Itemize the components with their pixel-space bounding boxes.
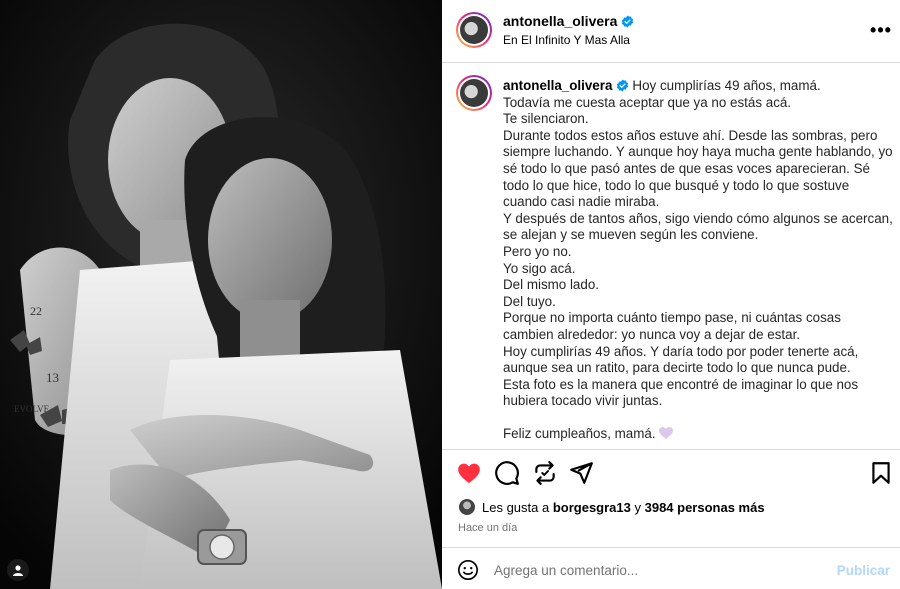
verified-badge-icon	[617, 79, 629, 92]
caption-line: Del mismo lado.	[503, 277, 599, 293]
svg-text:EVOLVE: EVOLVE	[14, 404, 50, 414]
svg-text:13: 13	[46, 370, 59, 385]
comment-bar: Publicar	[442, 547, 900, 589]
smiley-icon[interactable]	[457, 559, 479, 581]
caption-line: Del tuyo.	[503, 293, 556, 309]
action-bar	[442, 449, 900, 495]
paper-plane-icon[interactable]	[568, 460, 594, 486]
post-header: antonella_olivera En El Infinito Y Mas A…	[442, 0, 900, 63]
caption-line: siempre luchando. Y aunque hoy haya much…	[503, 144, 893, 160]
caption-line: Durante todos estos años estuve ahí. Des…	[503, 127, 878, 143]
comment-input[interactable]	[494, 558, 824, 582]
caption-closing-line: Feliz cumpleaños, mamá.	[503, 426, 893, 443]
person-tag-icon	[13, 565, 23, 576]
publish-button[interactable]: Publicar	[837, 563, 890, 578]
likes-text: Les gusta a borgesgra13 y 3984 personas …	[482, 500, 765, 515]
caption-line: Esta foto es la manera que encontré de i…	[503, 376, 859, 392]
caption-line: Todavía me cuesta aceptar que ya no está…	[503, 94, 792, 110]
liker-username[interactable]: borgesgra13	[553, 500, 631, 515]
tagged-people-button[interactable]	[7, 559, 29, 581]
caption-username[interactable]: antonella_olivera	[503, 78, 612, 93]
lavender-heart-icon	[658, 427, 673, 440]
author-name-row: antonella_olivera	[503, 13, 634, 29]
likes-prefix: Les gusta a	[482, 499, 553, 515]
liker-avatar[interactable]	[458, 498, 476, 516]
caption-text: antonella_olivera Hoy cumplirías 49 años…	[503, 78, 893, 443]
caption-line: hubiera tocado vivir juntas.	[503, 393, 663, 409]
caption-line: se alejan y se mueven según les conviene…	[503, 227, 759, 243]
caption-line: aunque sea un ratito, para decirte todo …	[503, 360, 851, 376]
caption-line: Hoy cumplirías 49 años. Y daría todo por…	[503, 343, 859, 359]
post-photo[interactable]: 22 13 EVOLVE	[0, 0, 442, 589]
caption-line: todo lo que hice, todo lo que busqué y t…	[503, 177, 850, 193]
caption-line: Te silenciaron.	[503, 111, 589, 127]
caption-line: Y después de tantos años, sigo viendo có…	[503, 210, 893, 226]
caption-line: sé todo lo que pasó antes de que esas vo…	[503, 160, 871, 176]
author-avatar[interactable]	[456, 12, 492, 48]
comment-bubble-icon[interactable]	[494, 460, 520, 486]
caption-author-avatar[interactable]	[456, 75, 492, 111]
post-location[interactable]: En El Infinito Y Mas Alla	[503, 33, 630, 47]
more-options-button[interactable]: •••	[870, 20, 892, 40]
caption-line: cuando casi nadie miraba.	[503, 194, 660, 210]
likes-summary: Les gusta a borgesgra13 y 3984 personas …	[458, 498, 765, 516]
caption-line: Pero yo no.	[503, 243, 572, 259]
caption-area: antonella_olivera Hoy cumplirías 49 años…	[442, 64, 900, 448]
likes-connector: y	[630, 499, 645, 515]
author-username[interactable]: antonella_olivera	[503, 13, 617, 29]
caption-line: Hoy cumplirías 49 años, mamá.	[632, 78, 821, 93]
post-timestamp[interactable]: Hace un día	[458, 522, 517, 534]
caption-line: cambien alrededor: yo nunca voy a dejar …	[503, 326, 801, 342]
repost-icon[interactable]	[532, 460, 558, 486]
post-details-panel: antonella_olivera En El Infinito Y Mas A…	[442, 0, 900, 589]
heart-filled-icon[interactable]	[456, 460, 482, 486]
caption-line: Porque no importa cuánto tiempo pase, ni…	[503, 310, 841, 326]
bw-portrait-image: 22 13 EVOLVE	[0, 0, 442, 589]
caption-line: Yo sigo acá.	[503, 260, 576, 276]
caption-line: Feliz cumpleaños, mamá.	[503, 426, 656, 442]
likes-others-count[interactable]: 3984 personas más	[645, 500, 765, 515]
bookmark-icon[interactable]	[868, 460, 894, 486]
svg-text:22: 22	[30, 304, 42, 318]
verified-badge-icon	[622, 14, 634, 28]
